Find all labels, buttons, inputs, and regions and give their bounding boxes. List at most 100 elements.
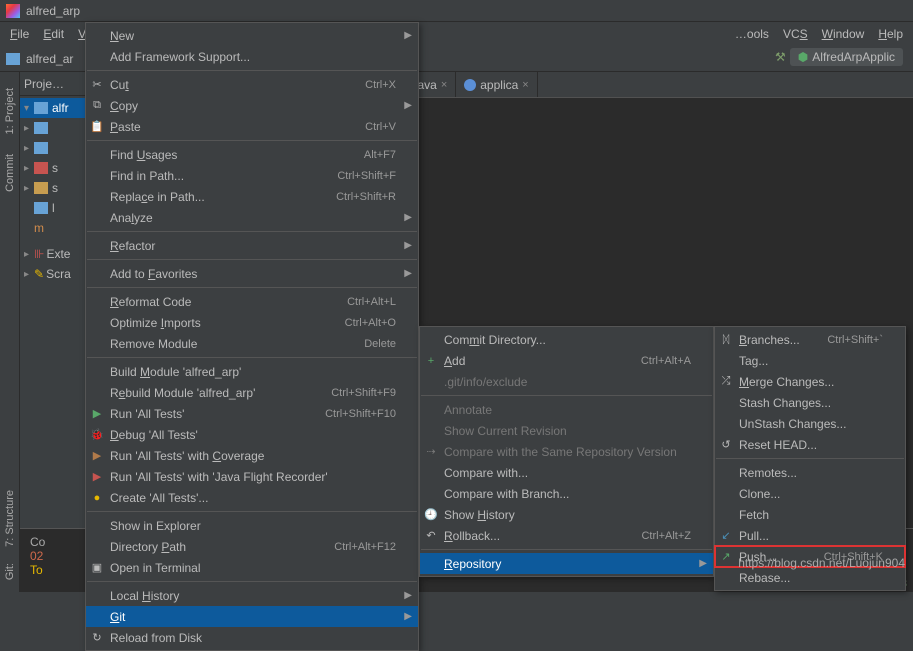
editor-tab[interactable]: applica×: [456, 72, 537, 97]
menu-item[interactable]: ᛞBranches...Ctrl+Shift+`: [715, 329, 905, 350]
menu-item[interactable]: ⤮Merge Changes...: [715, 371, 905, 392]
menu-edit[interactable]: Edit: [37, 25, 70, 43]
menu-item[interactable]: Commit Directory...: [420, 329, 713, 350]
menu-tools[interactable]: …ools: [729, 25, 775, 43]
menu-item[interactable]: ↻Reload from Disk: [86, 627, 418, 648]
menu-item[interactable]: Compare with Branch...: [420, 483, 713, 504]
repository-submenu: ᛞBranches...Ctrl+Shift+`Tag...⤮Merge Cha…: [714, 326, 906, 591]
menu-item[interactable]: Directory PathCtrl+Alt+F12: [86, 536, 418, 557]
menu-label: Add Framework Support...: [110, 50, 250, 64]
menu-item[interactable]: 🐞Debug 'All Tests': [86, 424, 418, 445]
submenu-arrow-icon: ▶: [404, 100, 412, 111]
menu-item[interactable]: Stash Changes...: [715, 392, 905, 413]
menu-item[interactable]: ↙Pull...: [715, 525, 905, 546]
tree-node[interactable]: ▸s: [20, 158, 91, 178]
menu-item[interactable]: Find UsagesAlt+F7: [86, 144, 418, 165]
menu-item[interactable]: Find in Path...Ctrl+Shift+F: [86, 165, 418, 186]
menu-window[interactable]: Window: [816, 25, 871, 43]
menu-item[interactable]: ▣Open in Terminal: [86, 557, 418, 578]
menu-item: Annotate: [420, 399, 713, 420]
menu-label: Run 'All Tests' with Coverage: [110, 449, 264, 463]
menu-item[interactable]: ⧉Copy▶: [86, 95, 418, 116]
menu-item[interactable]: ▶Run 'All Tests' with 'Java Flight Recor…: [86, 466, 418, 487]
shortcut: Ctrl+X: [365, 79, 396, 91]
menu-vcs[interactable]: VCS: [777, 25, 814, 43]
menu-icon: ⇢: [424, 445, 438, 459]
menu-label: Add to Favorites: [110, 267, 197, 281]
menu-item[interactable]: Rebase...: [715, 567, 905, 588]
shortcut: Ctrl+Alt+A: [641, 355, 691, 367]
menu-item[interactable]: Analyze▶: [86, 207, 418, 228]
tree-scratch[interactable]: ▸✎Scra: [20, 264, 91, 284]
menu-item[interactable]: Replace in Path...Ctrl+Shift+R: [86, 186, 418, 207]
menu-item[interactable]: 📋PasteCtrl+V: [86, 116, 418, 137]
menu-item[interactable]: 🕘Show History: [420, 504, 713, 525]
menu-item[interactable]: ✂CutCtrl+X: [86, 74, 418, 95]
menu-item[interactable]: Reformat CodeCtrl+Alt+L: [86, 291, 418, 312]
vtab-structure[interactable]: 7: Structure: [3, 482, 17, 555]
shortcut: Ctrl+Alt+Z: [641, 530, 691, 542]
project-tool-header[interactable]: Proje…: [24, 77, 64, 91]
menu-label: Remove Module: [110, 337, 197, 351]
menu-item[interactable]: +AddCtrl+Alt+A: [420, 350, 713, 371]
menu-item[interactable]: Git▶: [86, 606, 418, 627]
menu-item[interactable]: ▶Run 'All Tests'Ctrl+Shift+F10: [86, 403, 418, 424]
vtab-commit[interactable]: Commit: [3, 146, 17, 200]
menu-item[interactable]: ↺Reset HEAD...: [715, 434, 905, 455]
menu-item[interactable]: Show in Explorer: [86, 515, 418, 536]
hammer-icon[interactable]: ⚒: [775, 50, 786, 64]
menu-label: Repository: [444, 557, 501, 571]
menu-item[interactable]: Local History▶: [86, 585, 418, 606]
tree-node[interactable]: ▸: [20, 118, 91, 138]
menu-label: Debug 'All Tests': [110, 428, 198, 442]
tree-node[interactable]: m: [20, 218, 91, 238]
menu-item[interactable]: Remotes...: [715, 462, 905, 483]
menu-label: Stash Changes...: [739, 396, 831, 410]
breadcrumb[interactable]: alfred_ar: [26, 52, 73, 66]
tree-node[interactable]: l: [20, 198, 91, 218]
menu-label: .git/info/exclude: [444, 375, 527, 389]
menu-label: Branches...: [739, 333, 800, 347]
menu-item[interactable]: Tag...: [715, 350, 905, 371]
menu-item[interactable]: Clone...: [715, 483, 905, 504]
shortcut: Ctrl+Shift+`: [827, 334, 883, 346]
menu-label: Run 'All Tests' with 'Java Flight Record…: [110, 470, 328, 484]
menu-item[interactable]: UnStash Changes...: [715, 413, 905, 434]
menu-item[interactable]: Repository▶: [420, 553, 713, 574]
tree-root[interactable]: ▾alfr: [20, 98, 91, 118]
close-icon[interactable]: ×: [441, 79, 447, 91]
menu-label: Find Usages: [110, 148, 177, 162]
menu-item[interactable]: Add Framework Support...: [86, 46, 418, 67]
menu-item[interactable]: Fetch: [715, 504, 905, 525]
menu-label: Show History: [444, 508, 515, 522]
tree-node[interactable]: ▸s: [20, 178, 91, 198]
menu-item[interactable]: Remove ModuleDelete: [86, 333, 418, 354]
run-config[interactable]: ⬢ AlfredArpApplic: [790, 48, 903, 66]
close-icon[interactable]: ×: [522, 79, 528, 91]
menu-item[interactable]: Build Module 'alfred_arp': [86, 361, 418, 382]
menu-label: Reformat Code: [110, 295, 191, 309]
menu-file[interactable]: File: [4, 25, 35, 43]
menu-label: Add: [444, 354, 465, 368]
tree-ext[interactable]: ▸⊪Exte: [20, 244, 91, 264]
vtab-project[interactable]: 1: Project: [3, 80, 17, 142]
tree-node[interactable]: ▸: [20, 138, 91, 158]
vtab-git[interactable]: Git:: [3, 555, 17, 588]
menu-item[interactable]: ▶Run 'All Tests' with Coverage: [86, 445, 418, 466]
menu-item[interactable]: Compare with...: [420, 462, 713, 483]
menu-item[interactable]: Optimize ImportsCtrl+Alt+O: [86, 312, 418, 333]
menu-item[interactable]: Refactor▶: [86, 235, 418, 256]
menu-item[interactable]: New▶: [86, 25, 418, 46]
menu-label: Local History: [110, 589, 179, 603]
shortcut: Ctrl+Shift+F: [337, 170, 396, 182]
menu-item[interactable]: ●Create 'All Tests'...: [86, 487, 418, 508]
ide-icon: [6, 4, 20, 18]
menu-item[interactable]: Rebuild Module 'alfred_arp'Ctrl+Shift+F9: [86, 382, 418, 403]
menu-icon: ▶: [90, 407, 104, 421]
menu-item[interactable]: ↶Rollback...Ctrl+Alt+Z: [420, 525, 713, 546]
menu-icon: ↶: [424, 529, 438, 543]
menu-label: Reset HEAD...: [739, 438, 817, 452]
menu-help[interactable]: Help: [872, 25, 909, 43]
menu-label: UnStash Changes...: [739, 417, 846, 431]
menu-item[interactable]: Add to Favorites▶: [86, 263, 418, 284]
